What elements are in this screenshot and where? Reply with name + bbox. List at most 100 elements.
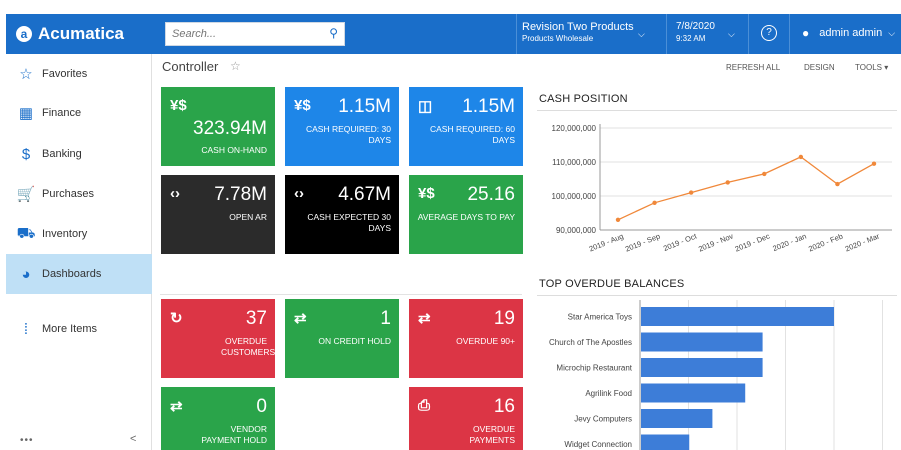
swap-icon: ⇄: [294, 310, 307, 327]
tile-cash-expected-30[interactable]: ‹› 4.67M CASH EXPECTED 30 DAYS: [285, 175, 399, 254]
company-name: Revision Two Products: [522, 21, 634, 33]
star-icon: ☆: [19, 66, 33, 83]
sidebar-item-inventory[interactable]: ⛟ Inventory: [6, 214, 152, 254]
tile-open-ar[interactable]: ‹› 7.78M OPEN AR: [161, 175, 275, 254]
data-point: [835, 181, 840, 187]
favorite-star-icon[interactable]: ☆: [230, 59, 241, 73]
data-point: [688, 190, 694, 195]
tile-value: 0: [256, 396, 267, 417]
tile-overdue-payments[interactable]: ⎙ 16 OVERDUE PAYMENTS: [409, 387, 523, 450]
clipboard-icon: ⎙: [418, 397, 431, 414]
tile-value: 37: [245, 308, 267, 329]
user-menu[interactable]: ● admin admin ⌵: [802, 26, 895, 40]
category-label: Widget Connection: [564, 440, 632, 449]
yen-dollar-icon: ¥$: [418, 185, 435, 202]
search-icon[interactable]: ⚲: [329, 26, 338, 40]
bar: [641, 434, 690, 450]
sidebar-item-banking[interactable]: $ Banking: [6, 134, 152, 174]
tile-value: 4.67M: [338, 184, 391, 205]
collapse-sidebar-icon[interactable]: <: [130, 433, 136, 445]
tile-value: 16: [493, 396, 515, 417]
sidebar-item-purchases[interactable]: 🛒 Purchases: [6, 174, 152, 214]
tile-value: 1.15M: [462, 96, 515, 117]
swap-icon: ⇄: [170, 398, 183, 415]
y-tick-label: 100,000,000: [552, 192, 597, 201]
y-tick-label: 120,000,000: [552, 124, 597, 133]
sidebar-item-label: Banking: [42, 148, 82, 160]
tile-cash-on-hand[interactable]: ¥$ 323.94M CASH ON-HAND: [161, 87, 275, 166]
cart-icon: 🛒: [16, 186, 36, 203]
top-bar: a Acumatica ⚲ Revision Two Products Prod…: [6, 14, 901, 54]
bar: [641, 383, 746, 403]
app-logo[interactable]: a Acumatica: [16, 24, 124, 44]
chevron-down-icon[interactable]: ⌵: [728, 29, 735, 40]
chevron-down-icon: ⌵: [888, 27, 896, 38]
data-point: [652, 200, 657, 205]
help-icon[interactable]: ?: [761, 25, 777, 41]
sidebar-item-label: Purchases: [42, 188, 94, 200]
tools-button[interactable]: TOOLS ▾: [855, 63, 888, 72]
sidebar-item-finance[interactable]: ▦ Finance: [6, 93, 152, 133]
company-selector[interactable]: Revision Two Products Products Wholesale: [522, 21, 634, 45]
category-label: Microchip Restaurant: [556, 364, 632, 373]
tile-average-days-to-pay[interactable]: ¥$ 25.16 AVERAGE DAYS TO PAY: [409, 175, 523, 254]
tile-label: AVERAGE DAYS TO PAY: [417, 212, 515, 222]
tile-overdue-customers[interactable]: ↻ 37 OVERDUE CUSTOMERS: [161, 299, 275, 378]
branch-name: Products Wholesale: [522, 34, 594, 43]
overdue-balances-title: TOP OVERDUE BALANCES: [539, 278, 685, 290]
calculator-icon: ▦: [18, 105, 34, 122]
tile-value: 1.15M: [338, 96, 391, 117]
search-box[interactable]: ⚲: [165, 22, 345, 46]
yen-dollar-icon: ¥$: [294, 97, 311, 114]
sidebar-item-dashboards[interactable]: ◕ Dashboards: [6, 254, 152, 294]
data-point: [762, 171, 767, 177]
tile-overdue-90[interactable]: ⇄ 19 OVERDUE 90+: [409, 299, 523, 378]
chevron-down-icon[interactable]: ⌵: [638, 29, 645, 40]
x-tick-label: 2020 - Jan: [771, 232, 807, 254]
tile-value: 323.94M: [193, 118, 267, 139]
tile-value: 25.16: [467, 184, 515, 205]
sidebar-item-more-items[interactable]: ⁞ More Items: [6, 309, 152, 349]
tile-label: CASH REQUIRED: 30 DAYS: [305, 124, 391, 145]
refresh-all-button[interactable]: REFRESH ALL: [726, 63, 780, 72]
tile-cash-required-60[interactable]: ◫ 1.15M CASH REQUIRED: 60 DAYS: [409, 87, 523, 166]
app-name: Acumatica: [38, 24, 124, 43]
bar: [641, 409, 713, 428]
category-label: Star America Toys: [568, 313, 632, 322]
design-button[interactable]: DESIGN: [804, 63, 835, 72]
sidebar-item-favorites[interactable]: ☆ Favorites: [6, 54, 152, 94]
cash-position-title: CASH POSITION: [539, 93, 628, 105]
data-point: [725, 180, 730, 185]
tile-value: 1: [380, 308, 391, 329]
bar: [641, 332, 763, 352]
yen-dollar-icon: ¥$: [170, 97, 187, 114]
business-date: 7/8/2020: [676, 21, 715, 32]
y-tick-label: 110,000,000: [552, 158, 596, 167]
category-label: Church of The Apostles: [549, 338, 632, 347]
refresh-icon: ↻: [170, 310, 183, 327]
tile-label: CASH REQUIRED: 60 DAYS: [429, 124, 515, 145]
sidebar-item-label: Inventory: [42, 228, 88, 240]
tools-label: TOOLS: [855, 63, 882, 72]
x-tick-label: 2019 - Nov: [697, 231, 735, 253]
x-tick-label: 2019 - Dec: [734, 231, 772, 253]
x-tick-label: 2019 - Oct: [662, 231, 699, 253]
x-tick-label: 2020 - Mar: [844, 231, 881, 253]
sidebar-item-label: More Items: [42, 323, 98, 335]
more-options-icon[interactable]: •••: [20, 435, 34, 446]
tile-cash-required-30[interactable]: ¥$ 1.15M CASH REQUIRED: 30 DAYS: [285, 87, 399, 166]
sidebar-item-label: Finance: [42, 107, 82, 119]
code-icon: ‹›: [170, 185, 180, 202]
data-point: [798, 154, 804, 160]
tile-label: ON CREDIT HOLD: [318, 336, 391, 346]
business-date-selector[interactable]: 7/8/2020 9:32 AM: [676, 21, 715, 45]
overdue-balances-chart: Star America Toys Church of The Apostles M…: [549, 300, 883, 450]
tile-label: OVERDUE PAYMENTS: [469, 424, 516, 445]
bar: [641, 358, 763, 377]
search-input[interactable]: [166, 23, 316, 45]
tile-label: OVERDUE CUSTOMERS: [221, 336, 276, 357]
section-rule: [537, 295, 897, 296]
tile-on-credit-hold[interactable]: ⇄ 1 ON CREDIT HOLD: [285, 299, 399, 378]
sidebar-item-label: Dashboards: [42, 268, 102, 280]
tile-vendor-payment-hold[interactable]: ⇄ 0 VENDOR PAYMENT HOLD: [161, 387, 275, 450]
